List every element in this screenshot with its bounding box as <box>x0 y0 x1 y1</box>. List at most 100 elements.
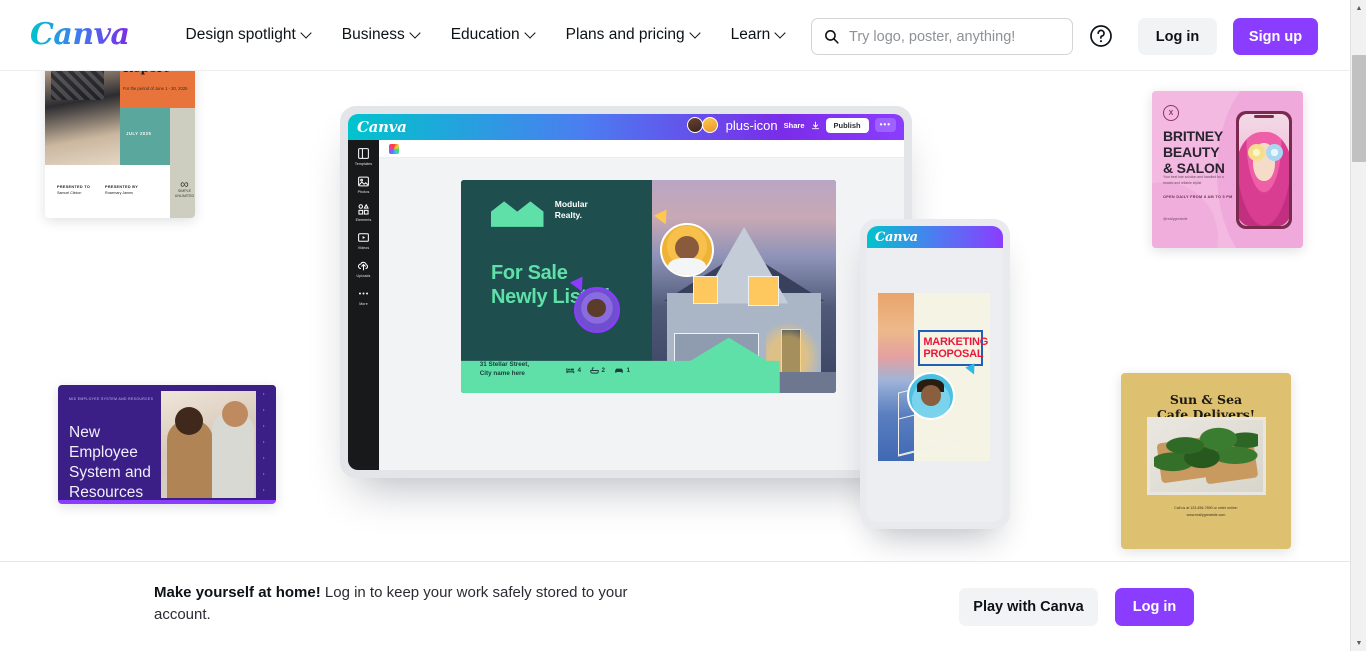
template-card-business-sales-report[interactable]: Business Sales Report For the period of … <box>45 71 195 218</box>
spec-value: 2 <box>602 367 606 374</box>
spec-value: 1 <box>627 367 631 374</box>
sidebar-item-more[interactable]: More <box>348 287 379 306</box>
card-title: BRITNEY BEAUTY & SALON <box>1163 129 1235 177</box>
card-phone-mockup <box>1236 111 1292 229</box>
banner-login-button[interactable]: Log in <box>1115 588 1194 626</box>
sidebar-item-elements[interactable]: Elements <box>348 203 379 222</box>
videos-icon <box>357 231 370 244</box>
template-card-new-employee[interactable]: MID EMPLOYEE SYSTEM AND RESOURCES New Em… <box>58 385 276 504</box>
sidebar-label: More <box>359 302 368 306</box>
publish-button[interactable]: Publish <box>826 118 869 133</box>
card-subtitle: For the period of June 1 - 30, 2025 <box>123 86 192 91</box>
chevron-down-icon <box>776 29 786 39</box>
scroll-thumb[interactable] <box>1352 55 1366 162</box>
editor-sidebar: Templates Photos <box>348 140 379 470</box>
card-side-rail: ••• ••• • <box>256 385 276 500</box>
bed-icon <box>566 367 575 374</box>
search-input[interactable] <box>849 29 1059 45</box>
spec-parking: 1 <box>614 367 630 374</box>
editor-canva-logo[interactable]: Canva <box>357 118 407 136</box>
nav-label: Learn <box>731 26 771 44</box>
nav-item-education[interactable]: Education <box>451 26 536 44</box>
collaborator-avatar[interactable] <box>702 117 718 133</box>
chevron-down-icon <box>691 29 701 39</box>
phone-editor-topbar: Canva <box>867 226 1003 248</box>
collaborator-avatar[interactable] <box>687 117 703 133</box>
scroll-down-arrow[interactable]: ▼ <box>1351 635 1366 651</box>
design-address: 31 Stellar Street, City name here <box>480 360 529 378</box>
card-photo <box>1150 420 1263 492</box>
header-login-button[interactable]: Log in <box>1138 18 1217 55</box>
hero-section: Business Sales Report For the period of … <box>0 71 1350 561</box>
design-artboard[interactable]: Modular Realty. For Sale Newly Listed 31… <box>461 180 836 393</box>
editor-topbar-actions: plus-icon Share Publish ••• <box>687 117 896 133</box>
nav-item-plans-and-pricing[interactable]: Plans and pricing <box>566 26 701 44</box>
page-scrollbar[interactable]: ▲ ▼ <box>1350 0 1366 651</box>
nav-item-business[interactable]: Business <box>342 26 421 44</box>
phone-design-artboard[interactable]: MARKETING PROPOSAL <box>878 293 990 461</box>
sidebar-item-uploads[interactable]: Uploads <box>348 259 379 278</box>
spec-value: 4 <box>578 367 582 374</box>
editor-canvas[interactable]: Modular Realty. For Sale Newly Listed 31… <box>379 158 904 470</box>
design-property-specs: 4 2 <box>566 367 630 374</box>
card-brand-mark: ∞ SIMPLE UNLIMITED <box>175 179 194 200</box>
card-badge: X <box>1163 105 1179 121</box>
card-description: Your best hair solution and handled for … <box>1163 175 1229 187</box>
collaborator-avatar-one <box>660 223 714 277</box>
phone-canva-logo[interactable]: Canva <box>875 230 918 245</box>
help-circle-icon[interactable] <box>1089 24 1113 48</box>
card-kicker: MID EMPLOYEE SYSTEM AND RESOURCES <box>69 397 153 401</box>
phone-mockup: Canva MARKETING PROPOSAL <box>860 219 1010 529</box>
proposal-avatar <box>907 372 955 420</box>
editor-topbar: Canva plus-icon Share Publish ••• <box>348 114 904 140</box>
bath-icon <box>590 367 599 374</box>
card-photo <box>45 71 120 165</box>
elements-icon <box>357 203 370 216</box>
nav-item-design-spotlight[interactable]: Design spotlight <box>186 26 312 44</box>
template-card-britney-beauty-salon[interactable]: X BRITNEY BEAUTY & SALON Your best hair … <box>1152 91 1303 248</box>
house-window <box>693 276 719 304</box>
card-presented-by: PRESENTED BY Rosemary James <box>105 184 138 197</box>
infinity-icon: ∞ <box>175 179 194 190</box>
nav-label: Business <box>342 26 405 44</box>
canva-logo[interactable]: Canva <box>30 20 130 50</box>
sidebar-label: Photos <box>358 190 370 194</box>
person-one-head <box>175 407 203 435</box>
share-button[interactable]: Share <box>784 121 805 130</box>
avatar-face <box>587 299 605 317</box>
avatar-face <box>921 385 941 405</box>
more-dots-icon <box>357 287 370 300</box>
sidebar-item-templates[interactable]: Templates <box>348 147 379 166</box>
avatar-body <box>668 258 706 277</box>
more-options-button[interactable]: ••• <box>875 118 896 132</box>
scroll-up-arrow[interactable]: ▲ <box>1351 0 1366 16</box>
sidebar-item-photos[interactable]: Photos <box>348 175 379 194</box>
header-signup-button[interactable]: Sign up <box>1233 18 1318 55</box>
card-color-block-beige <box>170 108 196 218</box>
sidebar-item-videos[interactable]: Videos <box>348 231 379 250</box>
card-title: Business Sales Report <box>123 71 192 75</box>
spec-bedrooms: 4 <box>566 367 581 374</box>
sidebar-label: Templates <box>355 162 372 166</box>
search-bar[interactable] <box>811 18 1073 55</box>
main-nav: Design spotlight Business Education Plan… <box>186 26 787 44</box>
chevron-down-icon <box>302 29 312 39</box>
template-card-sun-sea-cafe[interactable]: Sun & Sea Cafe Delivers! Call us at 123-… <box>1121 373 1291 549</box>
plus-icon[interactable]: plus-icon <box>726 119 778 132</box>
phone-notch <box>1254 115 1274 118</box>
banner-message: Make yourself at home! Log in to keep yo… <box>154 582 634 626</box>
presented-by-label: PRESENTED BY <box>105 185 138 189</box>
play-with-canva-button[interactable]: Play with Canva <box>959 588 1098 626</box>
proposal-title: MARKETING PROPOSAL <box>918 330 983 366</box>
collaborator-avatar-two <box>574 287 620 333</box>
rainbow-color-swatch[interactable] <box>389 144 399 154</box>
photos-icon <box>357 175 370 188</box>
greens-topping <box>1154 424 1258 477</box>
nav-item-learn[interactable]: Learn <box>731 26 787 44</box>
card-hours: OPEN DAILY FROM 8 AM TO 5 PM <box>1163 195 1233 199</box>
tablet-screen: Canva plus-icon Share Publish ••• <box>348 114 904 470</box>
download-icon[interactable] <box>811 121 820 130</box>
nav-label: Education <box>451 26 520 44</box>
card-brand-name: SIMPLE UNLIMITED <box>175 189 194 198</box>
banner-headline: Make yourself at home! <box>154 584 321 601</box>
